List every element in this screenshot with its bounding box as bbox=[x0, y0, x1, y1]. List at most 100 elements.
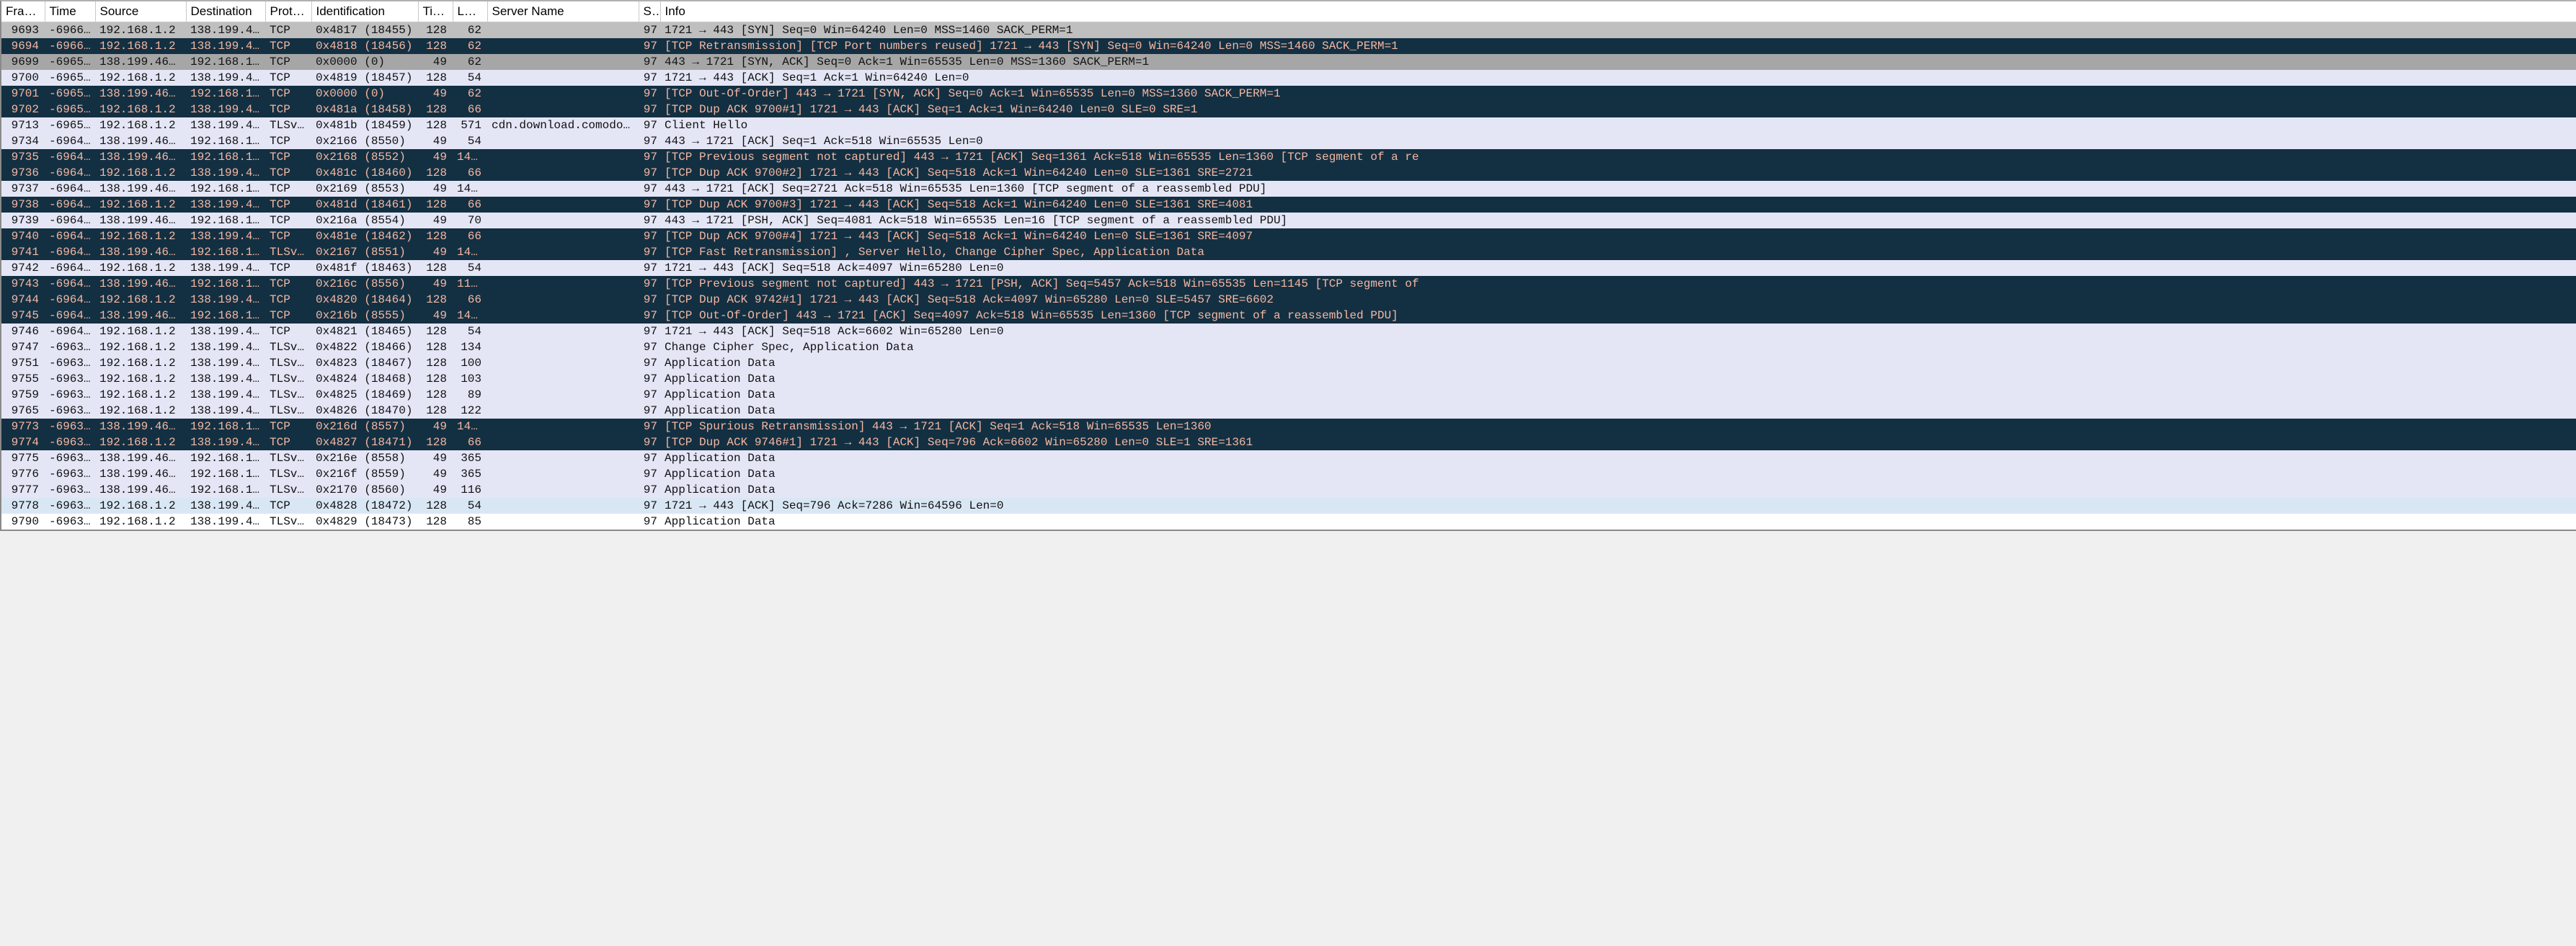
col-source[interactable]: Source bbox=[95, 1, 186, 22]
packet-list-table[interactable]: Frame Time Source Destination Protocol I… bbox=[1, 1, 2576, 530]
cell-proto: TCP bbox=[265, 308, 311, 323]
cell-frame: 9741 bbox=[1, 244, 45, 260]
table-header[interactable]: Frame Time Source Destination Protocol I… bbox=[1, 1, 2576, 22]
cell-frame: 9739 bbox=[1, 213, 45, 228]
table-row[interactable]: 9765-6963.816…192.168.1.2138.199.46.66TL… bbox=[1, 403, 2576, 419]
cell-dest: 192.168.1.2 bbox=[186, 276, 265, 292]
cell-time2: 128 bbox=[418, 498, 453, 514]
cell-source: 138.199.46.66 bbox=[95, 419, 186, 434]
table-row[interactable]: 9741-6964.057…138.199.46.66192.168.1.2TL… bbox=[1, 244, 2576, 260]
col-info[interactable]: Info bbox=[660, 1, 2576, 22]
table-row[interactable]: 9777-6963.569…138.199.46.66192.168.1.2TL… bbox=[1, 482, 2576, 498]
cell-length: 116 bbox=[453, 482, 487, 498]
cell-time: -6966.224… bbox=[45, 38, 95, 54]
table-row[interactable]: 9738-6964.059…192.168.1.2138.199.46.66TC… bbox=[1, 197, 2576, 213]
cell-length: 1414 bbox=[453, 419, 487, 434]
table-row[interactable]: 9713-6965.251…192.168.1.2138.199.46.66TL… bbox=[1, 117, 2576, 133]
table-row[interactable]: 9734-6964.062…138.199.46.66192.168.1.2TC… bbox=[1, 133, 2576, 149]
cell-frame: 9773 bbox=[1, 419, 45, 434]
table-row[interactable]: 9759-6963.845…192.168.1.2138.199.46.66TL… bbox=[1, 387, 2576, 403]
cell-frame: 9774 bbox=[1, 434, 45, 450]
cell-server bbox=[487, 498, 639, 514]
table-row[interactable]: 9736-6964.060…192.168.1.2138.199.46.66TC… bbox=[1, 165, 2576, 181]
cell-info: [TCP Dup ACK 9700#2] 1721 → 443 [ACK] Se… bbox=[660, 165, 2576, 181]
cell-ident: 0x2167 (8551) bbox=[311, 244, 418, 260]
col-stream[interactable]: Strean bbox=[639, 1, 660, 22]
table-row[interactable]: 9745-6964.055…138.199.46.66192.168.1.2TC… bbox=[1, 308, 2576, 323]
cell-frame: 9699 bbox=[1, 54, 45, 70]
table-row[interactable]: 9740-6964.058…192.168.1.2138.199.46.66TC… bbox=[1, 228, 2576, 244]
table-row[interactable]: 9737-6964.059…138.199.46.66192.168.1.2TC… bbox=[1, 181, 2576, 197]
cell-source: 138.199.46.66 bbox=[95, 450, 186, 466]
cell-info: 1721 → 443 [ACK] Seq=1 Ack=1 Win=64240 L… bbox=[660, 70, 2576, 86]
cell-frame: 9734 bbox=[1, 133, 45, 149]
cell-stream: 97 bbox=[639, 387, 660, 403]
cell-ident: 0x4820 (18464) bbox=[311, 292, 418, 308]
table-row[interactable]: 9693-6966.394…192.168.1.2138.199.46.66TC… bbox=[1, 22, 2576, 39]
table-row[interactable]: 9694-6966.224…192.168.1.2138.199.46.66TC… bbox=[1, 38, 2576, 54]
cell-ident: 0x481d (18461) bbox=[311, 197, 418, 213]
table-row[interactable]: 9747-6963.960…192.168.1.2138.199.46.66TL… bbox=[1, 339, 2576, 355]
cell-ident: 0x481a (18458) bbox=[311, 102, 418, 117]
cell-ident: 0x4822 (18466) bbox=[311, 339, 418, 355]
cell-proto: TCP bbox=[265, 276, 311, 292]
cell-time: -6964.057… bbox=[45, 276, 95, 292]
cell-ident: 0x481c (18460) bbox=[311, 165, 418, 181]
col-proto[interactable]: Protocol bbox=[265, 1, 311, 22]
cell-server bbox=[487, 276, 639, 292]
table-row[interactable]: 9743-6964.057…138.199.46.66192.168.1.2TC… bbox=[1, 276, 2576, 292]
table-row[interactable]: 9702-6965.768…192.168.1.2138.199.46.66TC… bbox=[1, 102, 2576, 117]
table-row[interactable]: 9739-6964.058…138.199.46.66192.168.1.2TC… bbox=[1, 213, 2576, 228]
cell-frame: 9737 bbox=[1, 181, 45, 197]
table-row[interactable]: 9776-6963.569…138.199.46.66192.168.1.2TL… bbox=[1, 466, 2576, 482]
cell-time: -6963.603… bbox=[45, 434, 95, 450]
table-row[interactable]: 9773-6963.604…138.199.46.66192.168.1.2TC… bbox=[1, 419, 2576, 434]
cell-length: 85 bbox=[453, 514, 487, 530]
col-time2[interactable]: Time bbox=[418, 1, 453, 22]
cell-stream: 97 bbox=[639, 133, 660, 149]
cell-frame: 9790 bbox=[1, 514, 45, 530]
col-time[interactable]: Time bbox=[45, 1, 95, 22]
cell-server bbox=[487, 54, 639, 70]
cell-length: 100 bbox=[453, 355, 487, 371]
cell-proto: TCP bbox=[265, 165, 311, 181]
cell-server bbox=[487, 355, 639, 371]
cell-stream: 97 bbox=[639, 419, 660, 434]
cell-stream: 97 bbox=[639, 339, 660, 355]
cell-server bbox=[487, 133, 639, 149]
table-body: 9693-6966.394…192.168.1.2138.199.46.66TC… bbox=[1, 22, 2576, 530]
table-row[interactable]: 9774-6963.603…192.168.1.2138.199.46.66TC… bbox=[1, 434, 2576, 450]
table-row[interactable]: 9701-6965.768…138.199.46.66192.168.1.2TC… bbox=[1, 86, 2576, 102]
table-row[interactable]: 9742-6964.057…192.168.1.2138.199.46.66TC… bbox=[1, 260, 2576, 276]
table-row[interactable]: 9699-6965.874…138.199.46.66192.168.1.2TC… bbox=[1, 54, 2576, 70]
cell-server bbox=[487, 38, 639, 54]
col-dest[interactable]: Destination bbox=[186, 1, 265, 22]
table-row[interactable]: 9735-6964.060…138.199.46.66192.168.1.2TC… bbox=[1, 149, 2576, 165]
cell-frame: 9702 bbox=[1, 102, 45, 117]
cell-ident: 0x216c (8556) bbox=[311, 276, 418, 292]
table-row[interactable]: 9790-6963.525…192.168.1.2138.199.46.66TL… bbox=[1, 514, 2576, 530]
cell-dest: 138.199.46.66 bbox=[186, 260, 265, 276]
col-length[interactable]: Length bbox=[453, 1, 487, 22]
cell-time: -6964.057… bbox=[45, 244, 95, 260]
table-row[interactable]: 9744-6964.057…192.168.1.2138.199.46.66TC… bbox=[1, 292, 2576, 308]
col-frame[interactable]: Frame bbox=[1, 1, 45, 22]
table-row[interactable]: 9700-6965.874…192.168.1.2138.199.46.66TC… bbox=[1, 70, 2576, 86]
table-row[interactable]: 9778-6963.569…192.168.1.2138.199.46.66TC… bbox=[1, 498, 2576, 514]
cell-server: cdn.download.comodo.com bbox=[487, 117, 639, 133]
cell-dest: 138.199.46.66 bbox=[186, 339, 265, 355]
col-ident[interactable]: Identification bbox=[311, 1, 418, 22]
cell-frame: 9740 bbox=[1, 228, 45, 244]
cell-dest: 192.168.1.2 bbox=[186, 466, 265, 482]
table-row[interactable]: 9775-6963.569…138.199.46.66192.168.1.2TL… bbox=[1, 450, 2576, 466]
cell-time2: 128 bbox=[418, 355, 453, 371]
table-row[interactable]: 9755-6963.858…192.168.1.2138.199.46.66TL… bbox=[1, 371, 2576, 387]
cell-time: -6963.858… bbox=[45, 371, 95, 387]
table-row[interactable]: 9746-6964.055…192.168.1.2138.199.46.66TC… bbox=[1, 323, 2576, 339]
cell-proto: TLSv1.3 bbox=[265, 355, 311, 371]
table-row[interactable]: 9751-6963.868…192.168.1.2138.199.46.66TL… bbox=[1, 355, 2576, 371]
col-server[interactable]: Server Name bbox=[487, 1, 639, 22]
cell-time2: 49 bbox=[418, 419, 453, 434]
cell-ident: 0x4818 (18456) bbox=[311, 38, 418, 54]
cell-time2: 128 bbox=[418, 403, 453, 419]
